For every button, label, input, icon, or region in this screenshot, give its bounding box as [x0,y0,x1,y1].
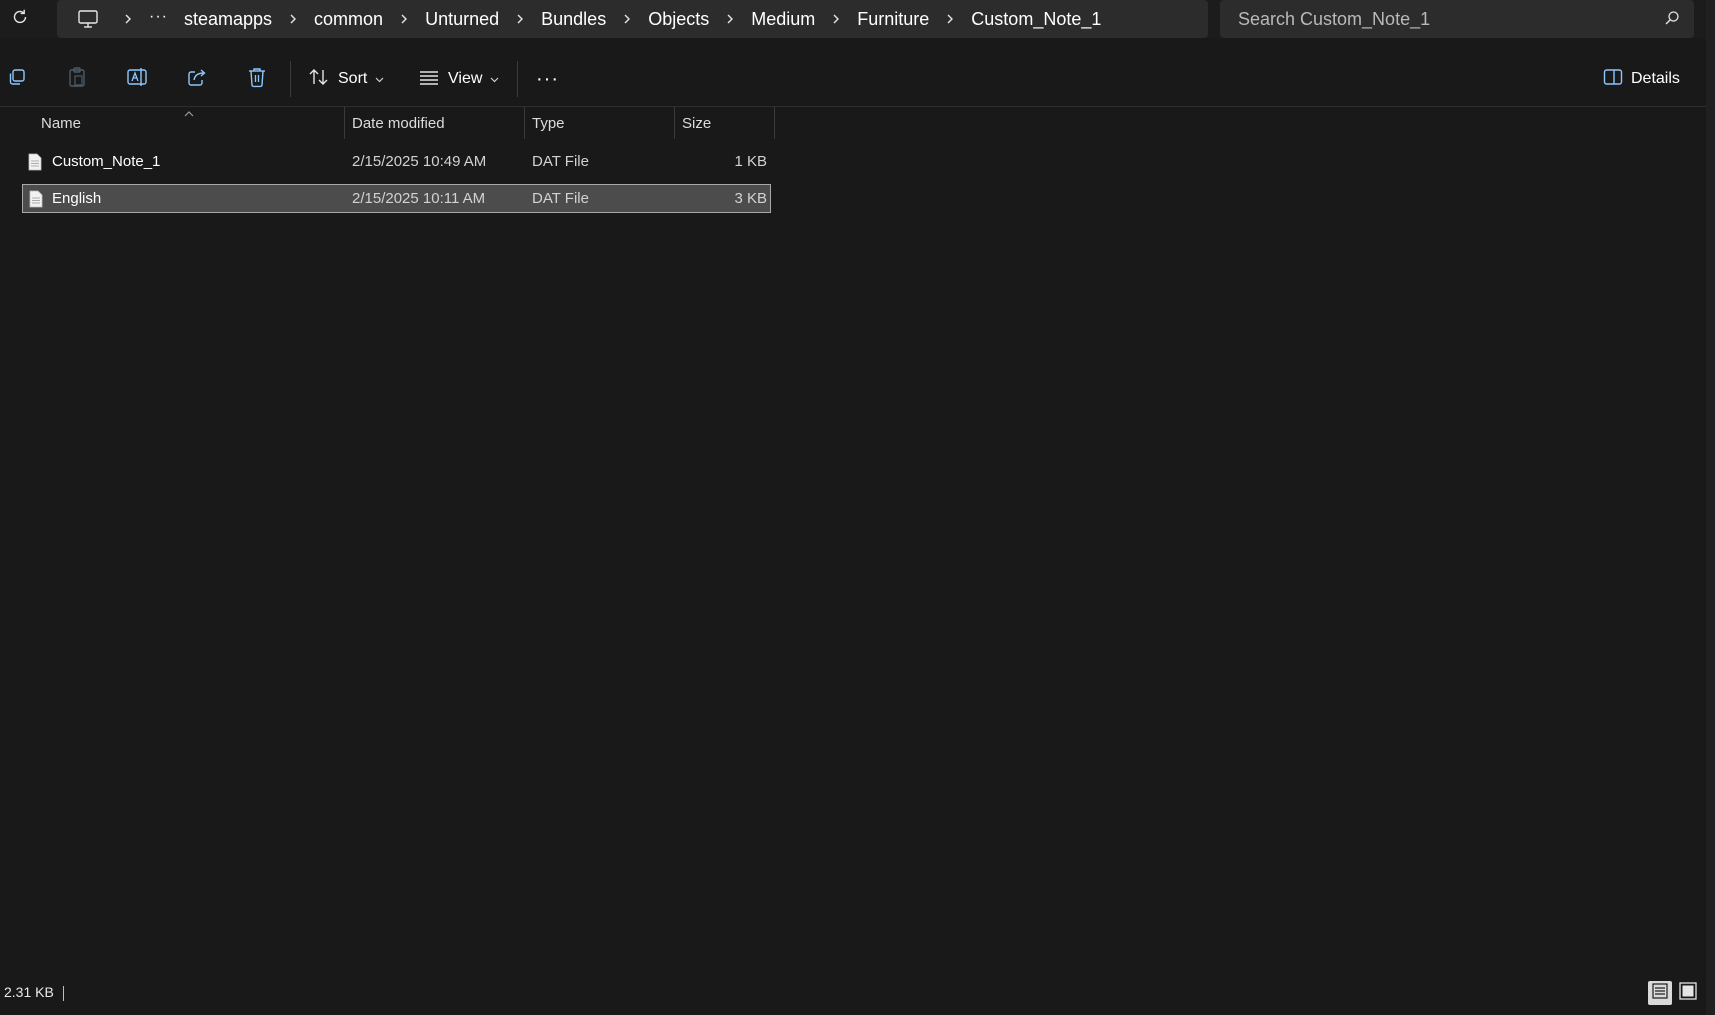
delete-button[interactable] [241,63,273,95]
document-icon [28,153,42,175]
column-header-size[interactable]: Size [675,107,774,139]
sort-button[interactable]: Sort [308,63,384,95]
refresh-button[interactable] [6,5,34,33]
column-header-name-label: Name [41,114,82,132]
address-row: ··· steamapps common Unturned Bundles Ob… [0,0,1715,38]
breadcrumb-medium[interactable]: Medium [745,9,821,30]
refresh-icon [11,8,29,31]
file-type: DAT File [532,190,589,207]
details-view-toggle[interactable] [1648,981,1672,1005]
file-type: DAT File [532,153,589,170]
breadcrumb-common[interactable]: common [308,9,389,30]
copy-icon [7,67,27,92]
search-icon[interactable] [1664,10,1680,31]
chevron-right-icon[interactable] [278,13,308,25]
column-header-type-label: Type [532,114,565,132]
breadcrumb-steamapps[interactable]: steamapps [178,9,278,30]
chevron-right-icon[interactable] [935,13,965,25]
chevron-right-icon[interactable] [505,13,535,25]
chevron-right-icon[interactable] [389,13,419,25]
column-header-date-label: Date modified [352,114,445,132]
more-options-button[interactable]: ··· [536,63,559,101]
list-view-icon [418,68,440,91]
details-pane-icon [1603,68,1623,91]
search-input[interactable]: Search Custom_Note_1 [1220,0,1694,38]
column-divider[interactable] [774,107,775,139]
large-icons-view-toggle[interactable] [1676,981,1700,1005]
chevron-down-icon [375,70,384,88]
column-header-date-modified[interactable]: Date modified [345,107,524,139]
file-name: English [52,190,102,207]
toolbar-divider [517,61,518,97]
toolbar-divider [290,61,291,97]
view-label: View [448,70,483,87]
share-icon [187,67,207,92]
breadcrumb-objects[interactable]: Objects [642,9,715,30]
sort-label: Sort [338,70,368,87]
column-header-row: Name Date modified Type Size [0,107,780,139]
file-size: 1 KB [734,153,767,170]
selection-size-text: 2.31 KB [4,984,54,1000]
address-bar[interactable]: ··· steamapps common Unturned Bundles Ob… [57,0,1208,38]
breadcrumb-custom-note-1[interactable]: Custom_Note_1 [965,9,1107,30]
file-name: Custom_Note_1 [52,153,161,170]
breadcrumb-unturned[interactable]: Unturned [419,9,505,30]
file-date-modified: 2/15/2025 10:11 AM [352,190,486,207]
paste-icon [67,66,87,93]
chevron-down-icon [490,70,499,88]
breadcrumb-furniture[interactable]: Furniture [851,9,935,30]
computer-icon[interactable] [63,0,113,38]
window-edge [1706,0,1715,1015]
column-header-type[interactable]: Type [525,107,674,139]
column-header-name[interactable]: Name [22,107,344,139]
status-bar: 2.31 KB [0,978,1715,1008]
view-button[interactable]: View [418,63,499,95]
rename-icon [126,67,148,92]
chevron-right-icon[interactable] [715,13,745,25]
breadcrumb-bundles[interactable]: Bundles [535,9,612,30]
file-row-custom-note-1[interactable]: Custom_Note_1 2/15/2025 10:49 AM DAT Fil… [22,148,771,177]
sort-icon [308,67,330,92]
breadcrumb-overflow[interactable]: ··· [143,8,178,30]
chevron-right-icon[interactable] [612,13,642,25]
search-placeholder: Search Custom_Note_1 [1238,9,1431,29]
details-label: Details [1631,70,1680,87]
file-explorer-window: ··· steamapps common Unturned Bundles Ob… [0,0,1715,1015]
document-icon [29,190,43,212]
rename-button[interactable] [121,63,153,95]
details-view-icon [1652,982,1668,1004]
status-separator [63,986,64,1001]
chevron-right-icon[interactable] [113,13,143,25]
copy-button[interactable] [1,63,33,95]
paste-button[interactable] [61,63,93,95]
column-header-size-label: Size [682,114,712,132]
file-size: 3 KB [734,190,767,207]
large-icons-view-icon [1679,981,1697,1005]
share-button[interactable] [181,63,213,95]
details-pane-button[interactable]: Details [1603,63,1680,95]
file-row-english[interactable]: English 2/15/2025 10:11 AM DAT File 3 KB [22,184,771,213]
delete-icon [247,66,267,93]
file-date-modified: 2/15/2025 10:49 AM [352,153,487,170]
command-bar: Sort View ··· Details [0,57,1715,101]
chevron-right-icon[interactable] [821,13,851,25]
